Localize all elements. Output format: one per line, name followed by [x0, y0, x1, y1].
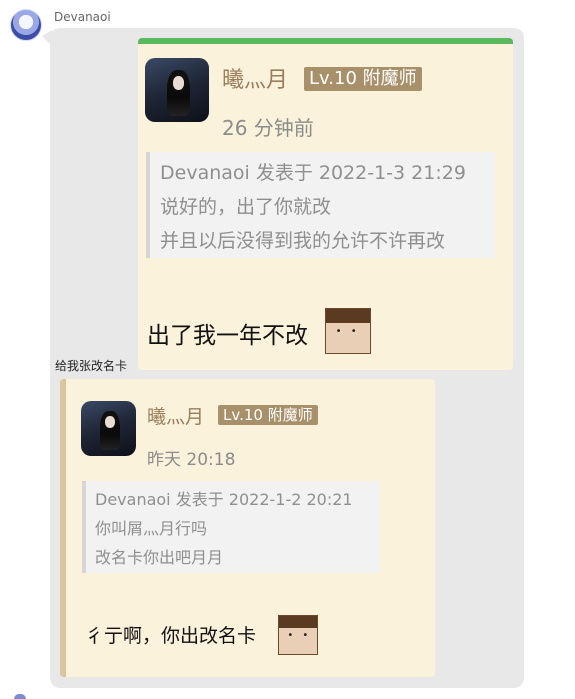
quote-block: Devanaoi 发表于 2022-1-2 20:21 你叫屑灬月行吗 改名卡你… [82, 481, 380, 573]
post-time: 昨天 20:18 [147, 450, 236, 470]
level-badge: Lv.10 附魔师 [304, 67, 422, 91]
sticker-face-icon [278, 615, 318, 655]
forum-post-card-2[interactable]: 曦灬月 Lv.10 附魔师 昨天 20:18 Devanaoi 发表于 2022… [60, 379, 435, 677]
sender-avatar[interactable] [10, 9, 42, 41]
sticker-face-icon [325, 308, 371, 354]
sender-name: Devanaoi [54, 10, 111, 24]
quote-line: 你叫屑灬月行吗 [95, 519, 208, 538]
quote-block: Devanaoi 发表于 2022-1-3 21:29 说好的，出了你就改 并且… [146, 152, 495, 258]
quote-line: 改名卡你出吧月月 [95, 548, 224, 567]
quote-header: Devanaoi 发表于 2022-1-2 20:21 [95, 490, 353, 509]
post-author-avatar[interactable] [145, 58, 209, 122]
level-badge: Lv.10 附魔师 [218, 405, 318, 425]
post-author-avatar[interactable] [81, 401, 136, 456]
post-author-name[interactable]: 曦灬月 [147, 402, 204, 429]
chat-caption: 给我张改名卡 [55, 359, 128, 373]
forum-post-card-1[interactable]: 曦灬月 Lv.10 附魔师 26 分钟前 Devanaoi 发表于 2022-1… [138, 38, 513, 370]
post-time: 26 分钟前 [222, 116, 314, 140]
reply-text: 出了我一年不改 [147, 323, 308, 349]
next-avatar [14, 694, 26, 699]
quote-line: 说好的，出了你就改 [160, 196, 332, 218]
quote-line: 并且以后没得到我的允许不许再改 [160, 230, 446, 252]
reply-text: 彳亍啊，你出改名卡 [85, 625, 257, 647]
quote-header: Devanaoi 发表于 2022-1-3 21:29 [160, 162, 466, 184]
post-author-name[interactable]: 曦灬月 [222, 62, 288, 94]
